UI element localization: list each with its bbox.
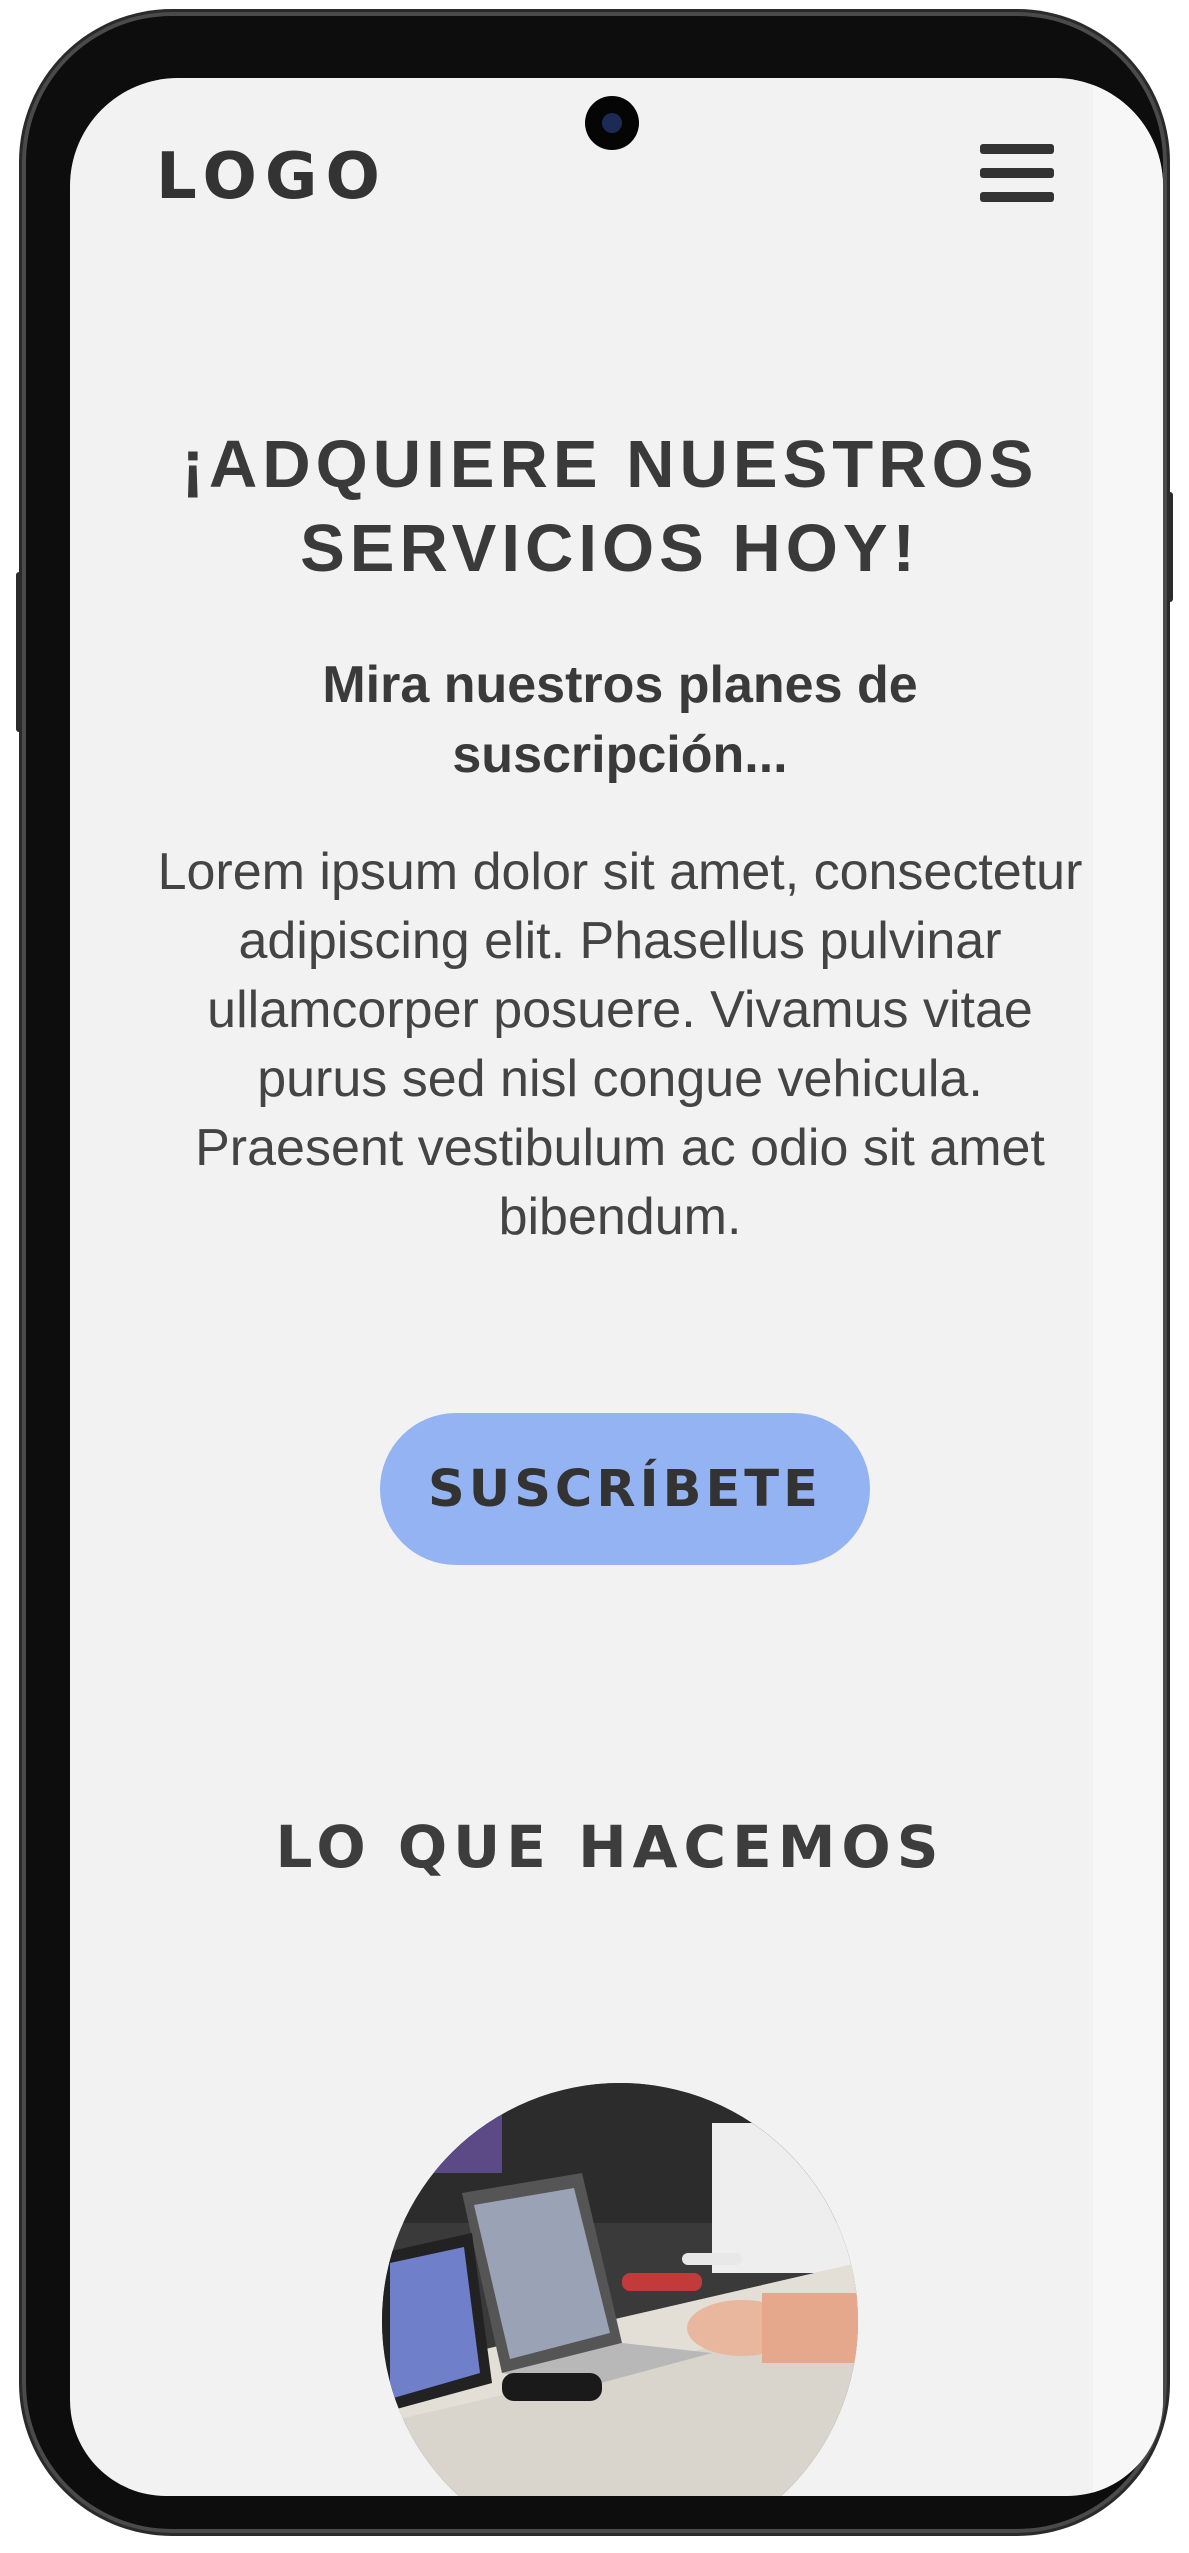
subscribe-button[interactable]: SUSCRÍBETE: [380, 1413, 870, 1565]
hero-subtitle: Mira nuestros planes de suscripción...: [322, 656, 918, 784]
volume-button: [16, 572, 22, 732]
team-working-laptops-photo: [382, 2083, 858, 2496]
hero-body-text: Lorem ipsum dolor sit amet, consectetur …: [157, 843, 1083, 1246]
menu-bar: [980, 144, 1054, 154]
photo-illustration: [382, 2083, 858, 2496]
menu-bar: [980, 168, 1054, 178]
section-title: LO QUE HACEMOS: [275, 1813, 945, 1881]
phone-screen: LOGO ¡ADQUIERE NUESTROS SERVICIOS HOY! M…: [70, 78, 1163, 2496]
hero-title: ¡ADQUIERE NUESTROS SERVICIOS HOY!: [181, 427, 1039, 586]
hamburger-menu-icon[interactable]: [980, 136, 1054, 210]
front-camera-icon: [585, 96, 639, 150]
site-logo[interactable]: LOGO: [156, 140, 388, 214]
menu-bar: [980, 192, 1054, 202]
power-button: [1167, 492, 1173, 602]
phone-frame: LOGO ¡ADQUIERE NUESTROS SERVICIOS HOY! M…: [16, 12, 1173, 2533]
